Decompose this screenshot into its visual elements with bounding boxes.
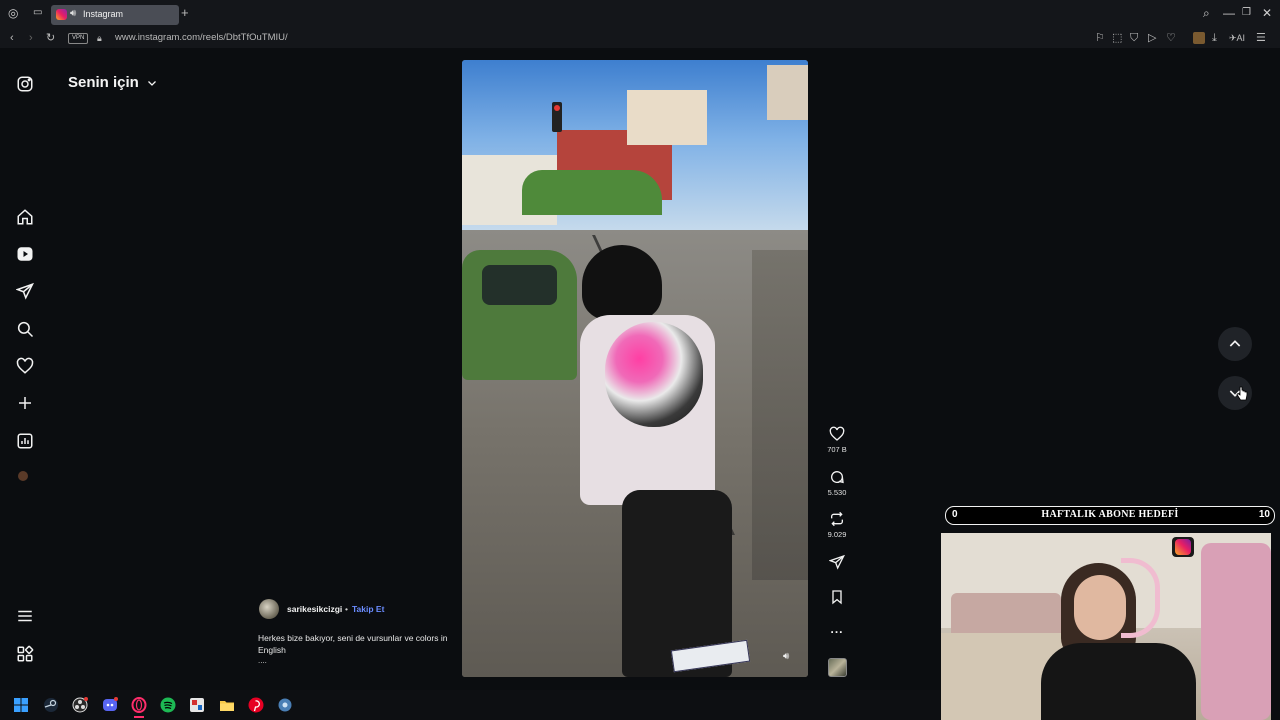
back-icon[interactable]: ‹ [10, 32, 14, 44]
pinterest-icon[interactable] [248, 697, 264, 713]
heart-icon [829, 426, 845, 441]
obs-icon[interactable] [72, 697, 88, 713]
settings-app-icon[interactable] [277, 697, 293, 713]
repost-count: 9.029 [827, 530, 847, 539]
create-icon[interactable] [16, 394, 34, 412]
save-button[interactable] [826, 589, 848, 605]
reload-icon[interactable]: ↻ [46, 32, 55, 44]
easy-setup-icon[interactable]: ☰ [1256, 32, 1266, 44]
adblock-shield-icon[interactable]: ⛉ [1130, 32, 1138, 44]
url-field[interactable]: www.instagram.com/reels/DbtTfOuTMIU/ [115, 32, 288, 43]
like-count: 707 B [827, 445, 847, 454]
comment-icon [831, 471, 844, 484]
home-icon[interactable] [16, 208, 34, 226]
extension-icon[interactable] [1193, 32, 1205, 44]
follow-button[interactable]: Takip Et [352, 604, 384, 614]
caption-text: Herkes bize bakıyor, seni de vursunlar v… [258, 633, 448, 655]
cam-chair [1201, 543, 1271, 720]
browser-tab-bar: ◎ ▭ 🔊︎ Instagram + ⌕ — ❐ ✕ [0, 0, 1280, 29]
search-icon[interactable] [16, 320, 34, 338]
video-building [767, 65, 808, 120]
instagram-badge [1172, 537, 1194, 557]
menu-icon[interactable] [16, 607, 34, 625]
snapshot-icon[interactable]: ⬚ [1112, 32, 1122, 44]
minimize-icon[interactable]: — [1223, 6, 1235, 20]
feed-selector[interactable]: Senin için [68, 74, 139, 91]
share-button[interactable] [826, 554, 848, 570]
video-trees [522, 170, 662, 215]
opera-menu-icon[interactable]: ◎ [8, 6, 18, 20]
video-black-helmet [582, 245, 662, 320]
cam-person-shirt [1041, 643, 1196, 720]
favorites-heart-icon[interactable]: ♡ [1166, 32, 1176, 44]
new-tab-button[interactable]: + [181, 6, 189, 20]
download-icon[interactable]: ⤓ [1212, 32, 1217, 44]
send-icon [829, 554, 845, 570]
opera-gx-icon[interactable] [131, 697, 147, 713]
video-sidewalk [752, 250, 808, 580]
player-icon[interactable]: ▷ [1148, 32, 1156, 44]
close-icon[interactable]: ✕ [1262, 6, 1272, 20]
author-avatar[interactable] [259, 599, 279, 619]
more-options-button[interactable]: ... [826, 622, 848, 636]
send-icon[interactable] [16, 282, 34, 300]
repost-button[interactable]: 9.029 [826, 511, 848, 539]
steam-icon[interactable] [43, 697, 59, 713]
webcam-feed [941, 533, 1271, 720]
spotify-icon[interactable] [160, 697, 176, 713]
search-tabs-icon[interactable]: ⌕ [1203, 6, 1210, 20]
windows-start-icon[interactable] [13, 697, 29, 713]
speaker-icon[interactable]: 🔊︎ [783, 651, 789, 662]
instagram-logo-icon[interactable] [16, 75, 34, 93]
video-pink-helmet [605, 322, 703, 427]
app-icon[interactable] [189, 697, 205, 713]
hand-cursor-icon [1236, 386, 1248, 401]
audio-thumbnail[interactable] [828, 658, 847, 677]
repost-icon [831, 511, 843, 527]
lock-icon[interactable]: 🔒︎ [97, 32, 102, 44]
video-car-window [482, 265, 557, 305]
caption-more[interactable]: .... [258, 656, 267, 665]
dashboard-icon[interactable] [16, 432, 34, 450]
restore-icon[interactable]: ❐ [1242, 6, 1251, 20]
forward-icon[interactable]: › [29, 32, 33, 44]
previous-reel-button[interactable] [1218, 327, 1252, 361]
tab-instagram[interactable]: 🔊︎ Instagram [51, 5, 179, 25]
caption-separator: • [345, 604, 348, 614]
author-username[interactable]: sarikesikcizgi [287, 604, 342, 614]
file-explorer-icon[interactable] [219, 697, 235, 713]
comment-button[interactable]: 5.530 [826, 469, 848, 497]
subscriber-goal-bar: 0 HAFTALIK ABONE HEDEFİ 10 [945, 506, 1275, 525]
instagram-logo-icon [1175, 539, 1191, 555]
speaker-icon[interactable]: 🔊︎ [70, 8, 76, 19]
heart-icon[interactable] [16, 357, 34, 375]
address-bar: ‹ › ↻ VPN 🔒︎ www.instagram.com/reels/Dbt… [0, 29, 1280, 48]
bookmark-icon [832, 590, 842, 605]
profile-avatar[interactable] [18, 471, 28, 481]
tab-overview-icon[interactable]: ▭ [33, 6, 42, 20]
tab-title: Instagram [83, 9, 124, 19]
meta-apps-icon[interactable] [16, 645, 34, 663]
like-button[interactable]: 707 B [826, 426, 848, 454]
cam-person-face [1074, 575, 1126, 640]
bookmark-add-icon[interactable]: ⚐ [1095, 32, 1105, 44]
chevron-down-icon[interactable] [146, 76, 158, 88]
chevron-up-icon [1229, 340, 1241, 347]
traffic-light-red [554, 105, 560, 111]
video-building [627, 90, 707, 145]
active-app-indicator [134, 716, 144, 718]
goal-target: 10 [1258, 509, 1270, 520]
comment-count: 5.530 [827, 488, 847, 497]
instagram-favicon-icon [56, 9, 67, 20]
goal-title: HAFTALIK ABONE HEDEFİ [1041, 509, 1179, 520]
discord-icon[interactable] [102, 697, 118, 713]
reel-video[interactable]: 🔊︎ [462, 60, 808, 677]
vpn-badge[interactable]: VPN [68, 33, 89, 44]
ai-icon[interactable]: ✈AI [1229, 32, 1245, 44]
reels-icon[interactable] [16, 245, 34, 263]
